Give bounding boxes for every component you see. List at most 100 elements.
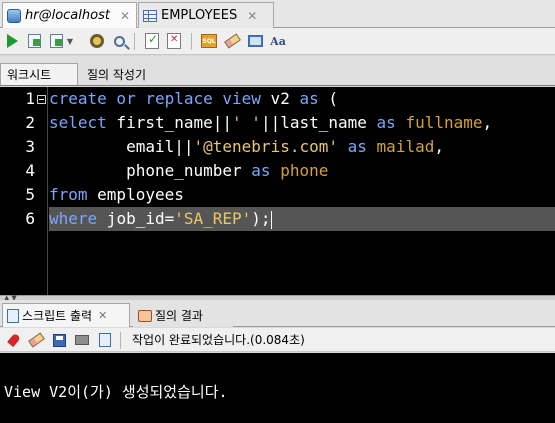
case-toggle-icon: Aa <box>270 34 286 48</box>
monitor-icon <box>247 35 263 47</box>
run-script-icon <box>27 34 41 48</box>
line-number-gutter: 1 2 3 4 5 6 <box>0 87 48 295</box>
autotrace-dropdown[interactable]: ▼ <box>65 32 75 50</box>
explain-plan-button[interactable] <box>88 32 106 50</box>
tab-label: 스크립트 출력 <box>22 309 93 323</box>
code-fold-toggle[interactable] <box>37 95 46 104</box>
keyword: select <box>49 113 107 132</box>
tab-label: 질의 결과 <box>155 309 203 323</box>
code-line-1: create or replace view v2 as ( <box>49 87 338 111</box>
clear-output-button[interactable] <box>27 331 45 349</box>
execution-status: 작업이 완료되었습니다.(0.084초) <box>132 333 305 347</box>
run-script-button[interactable] <box>25 32 43 50</box>
explain-plan-icon <box>90 34 104 48</box>
identifier: phone_number <box>49 161 252 180</box>
run-statement-button[interactable] <box>3 32 21 50</box>
line-number: 2 <box>25 113 35 132</box>
line-number: 6 <box>25 209 35 228</box>
result-tab-bar: 스크립트 출력 ✕ 질의 결과 <box>0 300 555 327</box>
tab-label: 워크시트 <box>7 68 52 82</box>
pin-button[interactable] <box>5 331 23 349</box>
query-result-icon <box>138 309 152 322</box>
sql-history-icon: SQL <box>201 34 217 48</box>
keyword: create or replace view <box>49 89 261 108</box>
editor-toolbar: ▼ SQL Aa <box>0 28 555 55</box>
rollback-button[interactable] <box>165 32 183 50</box>
identifier: email|| <box>49 137 194 156</box>
column-alias: fullname <box>405 113 483 132</box>
column-alias: mailad <box>376 137 435 156</box>
close-icon[interactable]: ✕ <box>247 9 257 23</box>
keyword: as <box>299 89 319 108</box>
identifier: employees <box>87 185 184 204</box>
tab-worksheet[interactable]: 워크시트 <box>0 63 78 85</box>
print-button[interactable] <box>73 331 91 349</box>
column-alias: phone <box>280 161 329 180</box>
code-line-6: where job_id='SA_REP'); <box>49 207 555 231</box>
clear-button[interactable] <box>223 32 241 50</box>
tab-label: 질의 작성기 <box>87 68 147 82</box>
keyword: from <box>49 185 88 204</box>
tab-query-result[interactable]: 질의 결과 <box>133 303 233 327</box>
tab-employees[interactable]: EMPLOYEES ✕ <box>138 2 274 28</box>
document-tab-bar: hr@localhost ✕ EMPLOYEES ✕ <box>0 0 555 28</box>
sql-editor[interactable]: 1 2 3 4 5 6 create or replace view v2 as… <box>0 87 555 295</box>
output-toolbar: 작업이 완료되었습니다.(0.084초) <box>0 328 555 352</box>
keyword: as <box>376 113 396 132</box>
close-icon[interactable]: ✕ <box>98 309 107 322</box>
line-number: 3 <box>25 137 35 156</box>
script-output-panel: View V2이(가) 생성되었습니다. <box>0 353 555 423</box>
open-button[interactable] <box>96 331 114 349</box>
tab-label: EMPLOYEES <box>161 8 238 23</box>
code-line-4: phone_number as phone <box>49 159 328 183</box>
monitor-button[interactable] <box>246 32 264 50</box>
sql-history-button[interactable]: SQL <box>200 32 218 50</box>
text-caret <box>270 210 272 229</box>
punctuation: ); <box>251 209 271 228</box>
print-icon <box>75 335 89 345</box>
toolbar-divider <box>120 332 121 349</box>
eraser-icon <box>27 332 45 348</box>
tab-query-builder[interactable]: 질의 작성기 <box>80 63 180 85</box>
punctuation: , <box>482 113 493 132</box>
code-line-2: select first_name||' '||last_name as ful… <box>49 111 492 135</box>
identifier: job_id= <box>97 209 175 228</box>
worksheet-tab-bar: 워크시트 질의 작성기 <box>0 56 555 86</box>
run-icon <box>6 34 18 48</box>
autotrace-button[interactable] <box>47 32 65 50</box>
save-button[interactable] <box>50 331 68 349</box>
keyword: as <box>251 161 271 180</box>
line-number: 1 <box>25 89 35 108</box>
database-connection-icon <box>7 8 21 23</box>
magnifier-icon <box>113 35 125 47</box>
toolbar-divider <box>134 33 135 50</box>
commit-icon <box>145 32 159 49</box>
toolbar-divider <box>191 33 192 50</box>
string-literal: 'SA_REP' <box>174 209 252 228</box>
string-literal: ' ' <box>232 113 261 132</box>
line-number: 4 <box>25 161 35 180</box>
code-line-5: from employees <box>49 183 184 207</box>
sql-tuning-button[interactable] <box>110 32 128 50</box>
close-icon[interactable]: ✕ <box>120 9 130 23</box>
string-literal: '@tenebris.com' <box>193 137 339 156</box>
tab-script-output[interactable]: 스크립트 출력 ✕ <box>2 303 130 327</box>
eraser-icon <box>223 33 241 49</box>
rollback-icon <box>167 33 181 49</box>
tab-hr-localhost[interactable]: hr@localhost ✕ <box>2 2 137 28</box>
document-icon <box>99 333 111 347</box>
pin-icon <box>7 332 21 348</box>
punctuation: , <box>434 137 444 156</box>
line-number: 5 <box>25 185 35 204</box>
case-toggle-button[interactable]: Aa <box>269 32 287 50</box>
tab-label: hr@localhost <box>25 8 110 23</box>
commit-button[interactable] <box>143 32 161 50</box>
output-message: View V2이(가) 생성되었습니다. <box>4 383 228 401</box>
save-icon <box>52 333 66 347</box>
autotrace-icon <box>49 34 63 48</box>
identifier: v2 <box>260 89 300 108</box>
